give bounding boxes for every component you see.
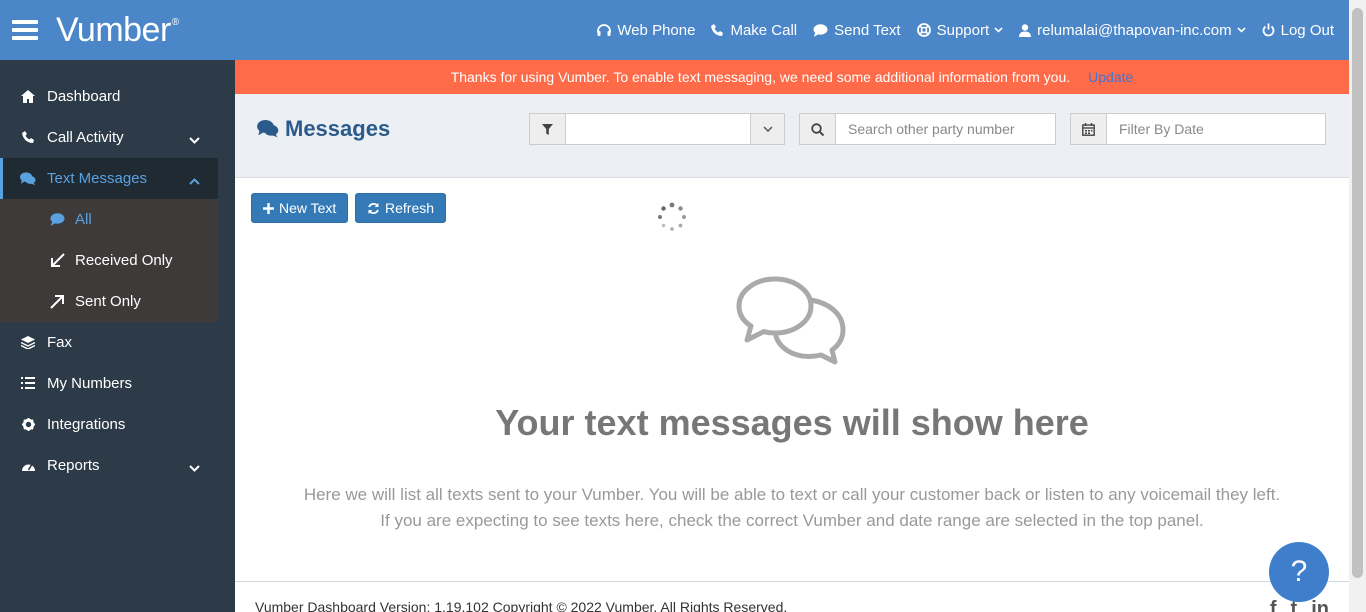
comment-icon: [50, 213, 66, 226]
life-ring-icon: [916, 23, 931, 37]
dashboard-icon: [20, 458, 36, 474]
web-phone-link[interactable]: Web Phone: [597, 22, 695, 39]
update-link[interactable]: Update: [1088, 69, 1133, 85]
make-call-label: Make Call: [730, 21, 798, 39]
sidebar-item-label: Reports: [47, 457, 100, 474]
user-menu-dropdown[interactable]: relumalai@thapovan-inc.com: [1019, 21, 1246, 39]
send-text-label: Send Text: [834, 21, 901, 39]
page-title-text: Messages: [285, 116, 391, 141]
linkedin-icon[interactable]: in: [1311, 598, 1329, 612]
support-dropdown[interactable]: Support: [916, 21, 1004, 39]
search-icon: [800, 114, 836, 144]
empty-state-line: Here we will list all texts sent to your…: [303, 485, 1281, 504]
empty-chat-icon: [735, 276, 849, 371]
sidebar-item-fax[interactable]: Fax: [0, 322, 218, 363]
user-icon: [1019, 23, 1032, 37]
loading-spinner-icon: [657, 202, 687, 237]
submenu-item-label: Received Only: [75, 252, 173, 269]
messages-panel: New Text Refresh Your text messages will…: [235, 178, 1349, 581]
sidebar-item-call-activity[interactable]: Call Activity: [0, 117, 218, 158]
empty-state-line: If you are expecting to see texts here, …: [380, 511, 1204, 530]
sidebar-item-label: Dashboard: [47, 88, 121, 105]
arrow-up-right-icon: [50, 294, 66, 309]
chevron-up-icon: [189, 172, 200, 189]
make-call-link[interactable]: Make Call: [711, 22, 797, 39]
submenu-item-sent-only[interactable]: Sent Only: [0, 281, 218, 322]
headset-icon: [597, 23, 612, 37]
sidebar-item-label: My Numbers: [47, 375, 133, 392]
top-navbar: Web Phone Make Call Send Text Support re…: [235, 0, 1349, 60]
sidebar-item-label: Integrations: [47, 416, 126, 433]
new-text-button[interactable]: New Text: [251, 193, 349, 223]
date-filter-group: [1070, 113, 1326, 145]
send-text-link[interactable]: Send Text: [813, 21, 901, 39]
home-icon: [20, 89, 36, 105]
search-group: [799, 113, 1056, 145]
calendar-icon: [1071, 114, 1107, 144]
page-title: Messages: [257, 116, 390, 142]
refresh-button[interactable]: Refresh: [355, 193, 447, 223]
facebook-icon[interactable]: f: [1270, 598, 1277, 612]
logo-bar: Vumber ®: [0, 0, 235, 60]
support-label: Support: [936, 21, 990, 39]
arrow-down-left-icon: [50, 253, 66, 268]
chevron-down-icon: [189, 131, 200, 148]
gear-icon: [20, 417, 36, 433]
footer-copyright: Vumber Dashboard Version: 1.19.102 Copyr…: [255, 599, 788, 612]
empty-state-title: Your text messages will show here: [495, 402, 1089, 443]
filter-icon: [530, 114, 566, 144]
sidebar-item-reports[interactable]: Reports: [0, 445, 218, 486]
help-button[interactable]: ?: [1269, 542, 1329, 602]
comment-icon: [813, 23, 828, 37]
new-text-label: New Text: [279, 200, 337, 216]
user-email: relumalai@thapovan-inc.com: [1037, 21, 1232, 39]
sidebar-nav: Dashboard Call Activity Text Messages Al…: [0, 60, 218, 486]
sidebar-item-label: Fax: [47, 334, 73, 351]
chevron-down-icon[interactable]: [750, 114, 784, 144]
number-filter-select[interactable]: [529, 113, 785, 145]
submenu-item-label: Sent Only: [75, 293, 141, 310]
sidebar-item-integrations[interactable]: Integrations: [0, 404, 218, 445]
submenu-item-label: All: [75, 211, 92, 228]
logo[interactable]: Vumber ®: [56, 11, 179, 50]
logout-label: Log Out: [1280, 21, 1334, 39]
chevron-down-icon: [994, 27, 1003, 33]
submenu-item-all[interactable]: All: [0, 199, 218, 240]
phone-icon: [20, 130, 36, 146]
submenu-item-received-only[interactable]: Received Only: [0, 240, 218, 281]
sidebar-item-dashboard[interactable]: Dashboard: [0, 76, 218, 117]
list-icon: [20, 376, 36, 392]
layers-icon: [20, 335, 36, 351]
sidebar: Vumber ® Dashboard Call Activity Text Mes…: [0, 0, 235, 612]
refresh-icon: [367, 202, 380, 215]
comments-icon: [257, 120, 279, 138]
chevron-down-icon: [189, 459, 200, 476]
refresh-label: Refresh: [385, 200, 435, 216]
footer: Vumber Dashboard Version: 1.19.102 Copyr…: [235, 581, 1349, 612]
plus-icon: [263, 202, 274, 214]
search-input[interactable]: [848, 121, 1055, 137]
sidebar-item-label: Text Messages: [47, 170, 148, 187]
page-scrollbar[interactable]: [1349, 0, 1366, 612]
scrollbar-thumb[interactable]: [1352, 8, 1363, 578]
empty-state-description: Here we will list all texts sent to your…: [235, 482, 1349, 534]
logout-link[interactable]: Log Out: [1262, 22, 1334, 39]
alert-message: Thanks for using Vumber. To enable text …: [450, 69, 1071, 85]
web-phone-label: Web Phone: [617, 21, 696, 39]
content-header: Messages: [235, 94, 1349, 178]
sidebar-item-my-numbers[interactable]: My Numbers: [0, 363, 218, 404]
date-filter-input[interactable]: [1119, 121, 1325, 137]
alert-banner: Thanks for using Vumber. To enable text …: [235, 60, 1349, 94]
power-icon: [1262, 23, 1275, 37]
sidebar-item-text-messages[interactable]: Text Messages: [0, 158, 218, 199]
sidebar-item-label: Call Activity: [47, 129, 124, 146]
chevron-down-icon: [1237, 27, 1246, 33]
comments-icon: [20, 171, 36, 187]
number-filter-value[interactable]: [566, 114, 750, 144]
text-messages-submenu: All Received Only Sent Only: [0, 199, 218, 322]
phone-icon: [711, 23, 724, 37]
menu-toggle-icon[interactable]: [12, 20, 38, 40]
